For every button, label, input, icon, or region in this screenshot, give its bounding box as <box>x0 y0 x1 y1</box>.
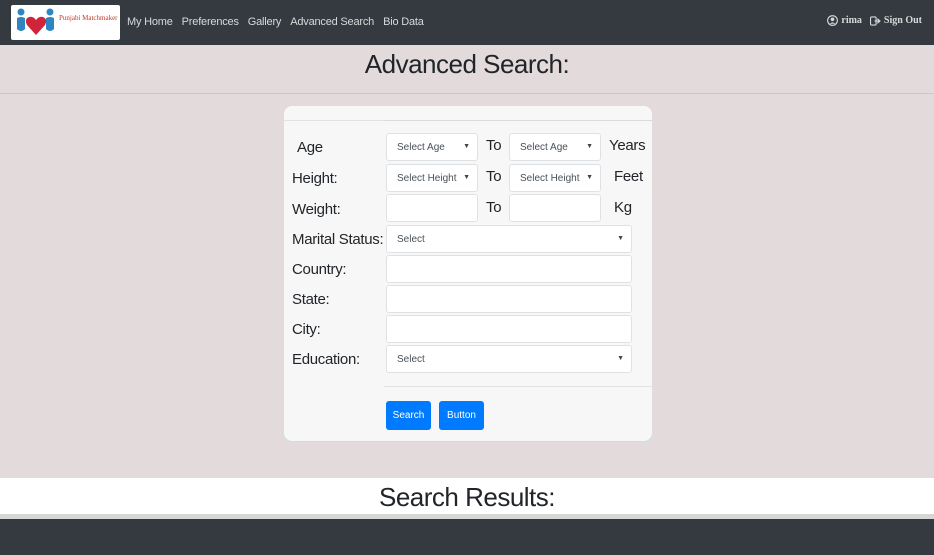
height-to-select[interactable]: Select Height ▼ <box>509 164 601 192</box>
age-from-value: Select Age <box>397 142 445 153</box>
education-label: Education: <box>292 351 360 368</box>
age-to-value: Select Age <box>520 142 568 153</box>
user-name: rima <box>841 15 862 26</box>
education-value: Select <box>397 354 425 365</box>
weight-to-label: To <box>486 199 502 216</box>
caret-down-icon: ▼ <box>617 235 624 242</box>
card-divider-bottom <box>384 386 652 387</box>
state-label: State: <box>292 291 330 308</box>
height-to-value: Select Height <box>520 173 580 184</box>
marital-status-value: Select <box>397 234 425 245</box>
age-label: Age <box>297 139 323 156</box>
weight-to-input[interactable] <box>509 194 601 222</box>
sign-out-label: Sign Out <box>883 15 922 26</box>
nav-link-advanced-search[interactable]: Advanced Search <box>290 16 374 28</box>
sign-out-link[interactable]: Sign Out <box>869 15 922 26</box>
height-from-select[interactable]: Select Height ▼ <box>386 164 478 192</box>
height-unit-label: Feet <box>614 168 643 185</box>
marital-status-select[interactable]: Select ▼ <box>386 225 632 253</box>
page-title: Advanced Search: <box>364 49 570 79</box>
caret-down-icon: ▼ <box>586 143 593 150</box>
advanced-search-card: Age Select Age ▼ To Select Age ▼ Years H… <box>284 106 652 441</box>
nav-link-my-home[interactable]: My Home <box>127 16 173 28</box>
country-label: Country: <box>292 261 347 278</box>
results-title: Search Results: <box>378 482 556 512</box>
weight-from-input[interactable] <box>386 194 478 222</box>
city-input[interactable] <box>386 315 632 343</box>
nav-link-preferences[interactable]: Preferences <box>182 16 239 28</box>
family-hearts-icon <box>17 8 54 35</box>
marital-status-label: Marital Status: <box>292 231 384 248</box>
brand-logo[interactable]: Punjabi Matchmaker <box>11 5 120 40</box>
sign-out-icon <box>869 15 881 26</box>
nav-link-gallery[interactable]: Gallery <box>248 16 282 28</box>
city-label: City: <box>292 321 321 338</box>
footer <box>0 519 934 555</box>
age-from-select[interactable]: Select Age ▼ <box>386 133 478 161</box>
caret-down-icon: ▼ <box>463 174 470 181</box>
divider <box>0 93 934 94</box>
weight-label: Weight: <box>292 201 341 218</box>
age-to-label: To <box>486 137 502 154</box>
height-to-label: To <box>486 168 502 185</box>
user-menu[interactable]: rima <box>827 15 862 26</box>
navbar: Punjabi Matchmaker My Home Preferences G… <box>0 0 934 45</box>
height-from-value: Select Height <box>397 173 457 184</box>
secondary-button[interactable]: Button <box>439 401 484 430</box>
age-unit-label: Years <box>609 137 646 154</box>
nav-link-bio-data[interactable]: Bio Data <box>383 16 424 28</box>
nav-right: rima Sign Out <box>827 15 922 26</box>
age-to-select[interactable]: Select Age ▼ <box>509 133 601 161</box>
caret-down-icon: ▼ <box>617 355 624 362</box>
brand-name: Punjabi Matchmaker <box>59 14 118 22</box>
caret-down-icon: ▼ <box>586 174 593 181</box>
search-button[interactable]: Search <box>386 401 431 430</box>
nav-links: My Home Preferences Gallery Advanced Sea… <box>127 16 424 28</box>
card-divider-top-inner <box>384 120 652 121</box>
weight-unit-label: Kg <box>614 199 632 216</box>
user-icon <box>827 15 839 26</box>
state-input[interactable] <box>386 285 632 313</box>
education-select[interactable]: Select ▼ <box>386 345 632 373</box>
caret-down-icon: ▼ <box>463 143 470 150</box>
country-input[interactable] <box>386 255 632 283</box>
height-label: Height: <box>292 170 338 187</box>
